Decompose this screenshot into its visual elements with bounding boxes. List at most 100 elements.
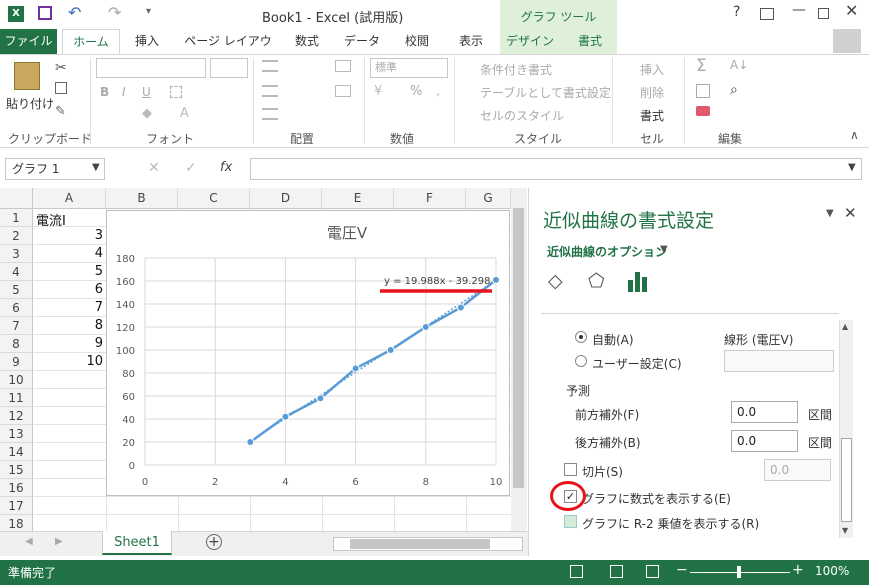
effects-icon[interactable]: ⬠ [588,270,605,292]
scroll-thumb[interactable] [513,208,524,488]
font-color-icon[interactable]: A [180,106,189,121]
delete-cells-button[interactable]: 削除 [640,84,664,101]
close-window-icon[interactable]: ✕ [845,1,858,20]
row-header-2[interactable]: 2 [0,227,33,245]
row-header-1[interactable]: 1 [0,209,33,227]
fill-color-icon[interactable]: ◆ [142,106,152,121]
row-header-5[interactable]: 5 [0,281,33,299]
restore-icon[interactable] [818,8,829,19]
row-header-13[interactable]: 13 [0,425,33,443]
user-account-icon[interactable] [833,29,861,53]
row-header-4[interactable]: 4 [0,263,33,281]
ribbon-display-icon[interactable] [760,8,774,20]
undo-icon[interactable]: ↶ [68,3,81,22]
currency-icon[interactable]: ¥ [374,84,382,99]
tab-data[interactable]: データ [338,29,386,54]
tab-formulas[interactable]: 数式 [284,29,330,54]
new-sheet-icon[interactable]: + [206,534,222,550]
merge-center-icon[interactable] [335,85,351,97]
page-break-view-icon[interactable] [646,565,659,578]
paste-button[interactable]: 貼り付け [6,95,54,112]
cell-a9[interactable]: 10 [33,354,103,369]
row-header-10[interactable]: 10 [0,371,33,389]
border-icon[interactable] [170,86,182,98]
intercept-label[interactable]: 切片(S) [582,463,623,480]
auto-name-radio[interactable] [575,331,587,343]
backward-input[interactable]: 0.0 [731,430,798,452]
row-header-11[interactable]: 11 [0,389,33,407]
chart-plot[interactable]: 電圧V 0 20 40 60 80 100 120 140 160 180 0 2 4 6 8 10 y = 19… [107,211,511,497]
row-header-6[interactable]: 6 [0,299,33,317]
wrap-text-icon[interactable] [335,60,351,72]
clear-icon[interactable] [696,106,710,116]
tab-page-layout[interactable]: ページ レイアウト [180,29,276,73]
indent-icon[interactable] [262,108,278,120]
scroll-up-icon[interactable]: ▲ [842,322,848,331]
cell-a2[interactable]: 3 [33,228,103,243]
row-header-9[interactable]: 9 [0,353,33,371]
show-equation-label[interactable]: グラフに数式を表示する(E) [582,490,731,507]
format-painter-icon[interactable]: ✎ [55,104,66,119]
auto-name-label[interactable]: 自動(A) [592,331,634,348]
scroll-thumb[interactable] [841,438,852,522]
copy-icon[interactable] [55,82,67,94]
number-format-dropdown[interactable]: 標準 [370,58,448,78]
column-header-a[interactable]: A [33,188,106,209]
row-header-17[interactable]: 17 [0,497,33,515]
custom-name-radio[interactable] [575,355,587,367]
excel-logo-icon[interactable]: X [8,6,24,22]
custom-name-input[interactable] [724,350,834,372]
tab-format[interactable]: 書式 [565,29,615,54]
column-header-g[interactable]: G [466,188,511,209]
zoom-in-icon[interactable]: + [792,562,804,578]
row-header-7[interactable]: 7 [0,317,33,335]
cancel-icon[interactable]: ✕ [148,160,160,176]
column-header-b[interactable]: B [106,188,178,209]
row-header-12[interactable]: 12 [0,407,33,425]
zoom-slider-thumb[interactable] [737,566,741,578]
scroll-down-icon[interactable]: ▼ [842,526,848,535]
select-all-corner[interactable] [0,188,33,209]
tab-review[interactable]: 校閲 [394,29,440,54]
row-header-16[interactable]: 16 [0,479,33,497]
row-header-14[interactable]: 14 [0,443,33,461]
zoom-level[interactable]: 100% [815,564,849,578]
insert-cells-button[interactable]: 挿入 [640,61,664,78]
tab-insert[interactable]: 挿入 [124,29,170,54]
horizontal-scrollbar[interactable] [333,537,523,551]
row-header-15[interactable]: 15 [0,461,33,479]
customize-qat-icon[interactable]: ▾ [146,6,151,17]
zoom-out-icon[interactable]: − [676,562,688,578]
format-as-table-button[interactable]: テーブルとして書式設定 [480,84,611,101]
name-box-dropdown-icon[interactable]: ▼ [92,162,100,173]
fill-icon[interactable] [696,84,710,98]
collapse-ribbon-icon[interactable]: ∧ [850,128,859,142]
cell-a7[interactable]: 8 [33,318,103,333]
cut-icon[interactable]: ✂ [55,60,67,76]
italic-button[interactable]: I [122,85,126,99]
trendline-options-dropdown[interactable]: 近似曲線のオプション [547,243,667,260]
forward-input[interactable]: 0.0 [731,401,798,423]
show-r2-checkbox[interactable] [564,515,577,528]
normal-view-icon[interactable] [570,565,583,578]
conditional-formatting-button[interactable]: 条件付き書式 [480,61,552,78]
cell-styles-button[interactable]: セルのスタイル [480,107,564,124]
tab-home[interactable]: ホーム [62,29,120,54]
page-layout-view-icon[interactable] [610,565,623,578]
minimize-icon[interactable]: — [792,2,806,18]
insert-function-button[interactable]: fx [220,160,232,175]
tab-view[interactable]: 表示 [448,29,494,54]
column-header-c[interactable]: C [178,188,250,209]
pane-options-icon[interactable]: ▼ [826,208,834,219]
cell-a6[interactable]: 7 [33,300,103,315]
sort-filter-icon[interactable]: A↓ [730,58,748,72]
name-box[interactable]: グラフ 1 [5,158,105,180]
format-cells-button[interactable]: 書式 [640,107,664,124]
scroll-thumb[interactable] [350,539,490,549]
bold-button[interactable]: B [100,85,109,99]
font-size-dropdown[interactable] [210,58,248,78]
column-header-f[interactable]: F [394,188,466,209]
vertical-scrollbar[interactable] [511,188,527,531]
column-header-e[interactable]: E [322,188,394,209]
font-name-dropdown[interactable] [96,58,206,78]
